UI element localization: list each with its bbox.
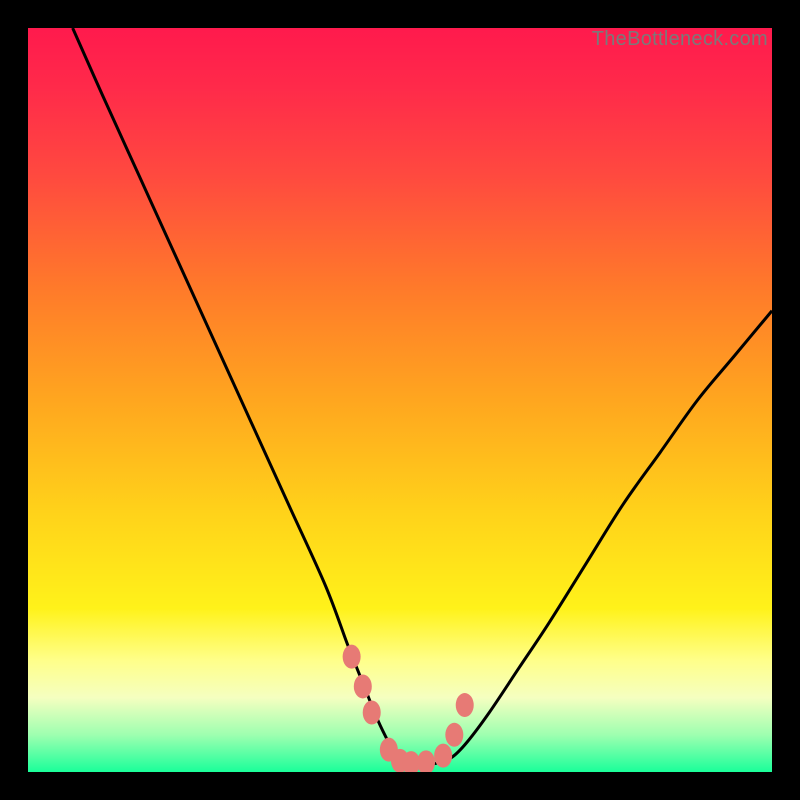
curve-marker xyxy=(417,750,435,772)
watermark-text: TheBottleneck.com xyxy=(592,28,768,51)
curve-marker xyxy=(343,645,361,669)
chart-frame: TheBottleneck.com xyxy=(0,0,800,800)
curve-markers xyxy=(343,645,474,772)
plot-area xyxy=(28,28,772,772)
curve-marker xyxy=(456,693,474,717)
curve-marker xyxy=(354,674,372,698)
curve-marker xyxy=(363,700,381,724)
bottleneck-curve-path xyxy=(73,28,772,765)
bottleneck-curve-svg xyxy=(28,28,772,772)
curve-marker xyxy=(434,744,452,768)
curve-marker xyxy=(445,723,463,747)
